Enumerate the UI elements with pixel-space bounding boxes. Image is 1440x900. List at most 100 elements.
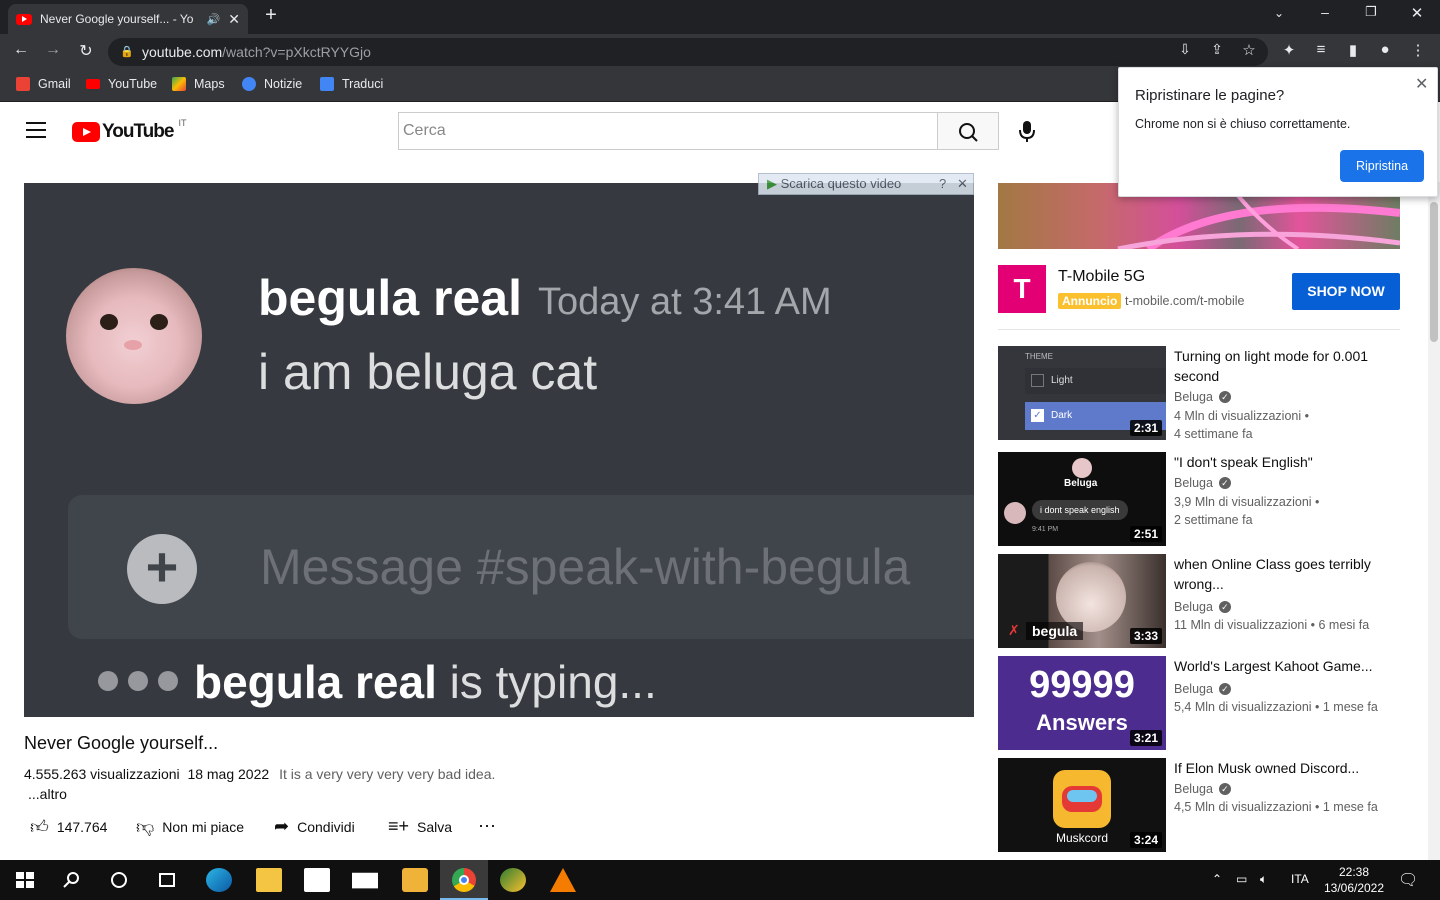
thumb-text: begula (1026, 622, 1084, 640)
restore-button[interactable]: Ripristina (1340, 150, 1424, 182)
browser-tab[interactable]: Never Google yourself... - Yo 🔊 ✕ (8, 4, 248, 34)
search-icon[interactable] (58, 868, 84, 892)
verified-check-icon: ✓ (1218, 783, 1231, 795)
cortana-icon[interactable] (106, 868, 132, 892)
minimize-button[interactable]: – (1310, 4, 1340, 20)
edge-icon[interactable] (206, 868, 232, 892)
close-icon[interactable]: ✕ (1415, 74, 1428, 94)
restore-window-button[interactable]: ❐ (1356, 4, 1386, 20)
windows-start-icon[interactable] (12, 868, 38, 892)
bookmark-star-icon[interactable]: ☆ (1238, 41, 1260, 59)
recommendation-title[interactable]: Turning on light mode for 0.001 second (1174, 346, 1394, 386)
more-actions-button[interactable]: ⋯ (478, 816, 504, 837)
extensions-puzzle-icon[interactable]: ✦ (1278, 41, 1300, 59)
tab-close-icon[interactable]: ✕ (228, 11, 240, 28)
forward-arrow-icon[interactable]: → (42, 41, 64, 59)
task-view-icon[interactable] (154, 868, 180, 892)
verified-check-icon: ✓ (1218, 683, 1231, 695)
show-more-link[interactable]: ...altro (28, 786, 67, 802)
search-input[interactable]: Cerca (398, 112, 938, 150)
logo-text: YouTube (102, 121, 174, 142)
volume-muted-icon[interactable]: 🔈︎ (1260, 872, 1267, 887)
vlc-icon[interactable] (550, 868, 576, 892)
video-thumbnail[interactable]: ✗ begula 3:33 (998, 554, 1166, 648)
bookmark-traduci[interactable]: Traduci (320, 77, 383, 91)
browser-title-bar: Never Google yourself... - Yo 🔊 ✕ + ⌄ – … (0, 0, 1440, 34)
bookmark-gmail[interactable]: Gmail (16, 77, 71, 91)
video-thumbnail[interactable]: Beluga i dont speak english 9:41 PM 2:51 (998, 452, 1166, 546)
install-app-icon[interactable]: ⇩ (1174, 41, 1196, 58)
search-button[interactable] (937, 112, 999, 150)
recommendation-item[interactable]: Muskcord 3:24 If Elon Musk owned Discord… (998, 758, 1400, 852)
chrome-taskbar-item[interactable] (440, 860, 488, 900)
show-hidden-icons-chevron-up-icon[interactable]: ⌃ (1212, 872, 1222, 886)
channel-name[interactable]: Beluga ✓ (1174, 682, 1231, 696)
address-bar[interactable]: 🔒 youtube.com/watch?v=pXkctRYYGjo (108, 38, 1268, 66)
voice-search-button[interactable] (1014, 118, 1040, 144)
hamburger-menu-icon[interactable] (26, 122, 46, 138)
video-thumbnail[interactable]: Muskcord 3:24 (998, 758, 1166, 852)
share-button[interactable]: ➦ Condividi (274, 816, 355, 837)
browser-toolbar: ← → ↻ 🔒 youtube.com/watch?v=pXkctRYYGjo … (0, 34, 1440, 70)
restore-pages-dialog: Ripristinare le pagine? ✕ Chrome non si … (1118, 67, 1438, 197)
recommendation-title[interactable]: when Online Class goes terribly wrong... (1174, 554, 1394, 594)
reload-icon[interactable]: ↻ (75, 41, 97, 61)
page-scrollbar[interactable] (1428, 182, 1440, 860)
video-thumbnail[interactable]: 99999 Answers 3:21 (998, 656, 1166, 750)
avatar-eye (100, 314, 118, 330)
url-host: youtube.com (142, 44, 223, 60)
media-control-icon[interactable]: ≡ (1310, 41, 1332, 58)
new-tab-button[interactable]: + (256, 4, 286, 27)
video-player[interactable]: begula real Today at 3:41 AM i am beluga… (24, 183, 974, 717)
app-globe-icon[interactable] (500, 868, 526, 892)
recommendation-title[interactable]: World's Largest Kahoot Game... (1174, 656, 1394, 676)
bookmark-youtube[interactable]: YouTube (86, 77, 157, 91)
shop-now-button[interactable]: SHOP NOW (1292, 273, 1400, 310)
ad-title[interactable]: T-Mobile 5G (1058, 268, 1145, 286)
tmobile-logo-icon[interactable]: T (998, 265, 1046, 313)
check-icon: ✓ (1031, 409, 1044, 422)
channel-name[interactable]: Beluga ✓ (1174, 600, 1231, 614)
close-window-button[interactable]: ✕ (1402, 4, 1432, 22)
download-help-icon[interactable]: ? (939, 174, 946, 194)
muted-mic-icon: ✗ (1008, 622, 1020, 638)
network-icon[interactable]: ▭ (1236, 872, 1247, 886)
input-language[interactable]: ITA (1291, 872, 1309, 886)
system-clock[interactable]: 22:38 13/06/2022 (1318, 864, 1390, 896)
channel-name[interactable]: Beluga ✓ (1174, 476, 1231, 490)
download-play-icon: ▶ (767, 176, 781, 191)
audio-playing-icon[interactable]: 🔊 (207, 13, 221, 26)
recommendation-item[interactable]: Beluga i dont speak english 9:41 PM 2:51… (998, 452, 1400, 546)
youtube-logo[interactable]: YouTube IT (72, 118, 186, 143)
profile-avatar-icon[interactable]: ● (1374, 41, 1396, 58)
share-icon[interactable]: ⇪ (1206, 41, 1228, 58)
recommendation-title[interactable]: "I don't speak English" (1174, 452, 1394, 472)
chrome-menu-icon[interactable]: ⋮ (1407, 41, 1429, 59)
channel-name[interactable]: Beluga ✓ (1174, 390, 1231, 404)
notification-center-icon[interactable]: 🗨︎ (1398, 870, 1418, 890)
channel-name[interactable]: Beluga ✓ (1174, 782, 1231, 796)
youtube-icon (86, 79, 100, 89)
mail-icon[interactable] (352, 872, 378, 889)
bookmark-maps[interactable]: Maps (172, 77, 225, 91)
file-explorer-icon[interactable] (256, 868, 282, 892)
side-panel-icon[interactable]: ▮ (1342, 41, 1364, 59)
like-button[interactable]: 👍︎ 147.764 (30, 816, 107, 838)
back-arrow-icon[interactable]: ← (10, 41, 32, 59)
recommendation-item[interactable]: THEME Light ✓ Dark 2:31 Turning on light… (998, 346, 1400, 441)
store-icon[interactable] (304, 868, 330, 892)
chrome-icon-center (459, 875, 469, 885)
download-video-overlay[interactable]: ▶ Scarica questo video ? ✕ (758, 173, 974, 195)
recommendation-title[interactable]: If Elon Musk owned Discord... (1174, 758, 1394, 778)
media-player-icon[interactable] (402, 868, 428, 892)
save-button[interactable]: ≡+ Salva (388, 816, 452, 837)
video-thumbnail[interactable]: THEME Light ✓ Dark 2:31 (998, 346, 1166, 440)
recommendation-item[interactable]: 99999 Answers 3:21 World's Largest Kahoo… (998, 656, 1400, 750)
maps-icon (172, 77, 186, 91)
download-close-icon[interactable]: ✕ (957, 174, 968, 194)
scrollbar-thumb[interactable] (1430, 202, 1438, 342)
recommendation-item[interactable]: ✗ begula 3:33 when Online Class goes ter… (998, 554, 1400, 648)
dislike-button[interactable]: 👎︎ Non mi piace (136, 816, 244, 838)
tab-search-chevron-down-icon[interactable]: ⌄ (1264, 6, 1294, 20)
bookmark-notizie[interactable]: Notizie (242, 77, 302, 91)
